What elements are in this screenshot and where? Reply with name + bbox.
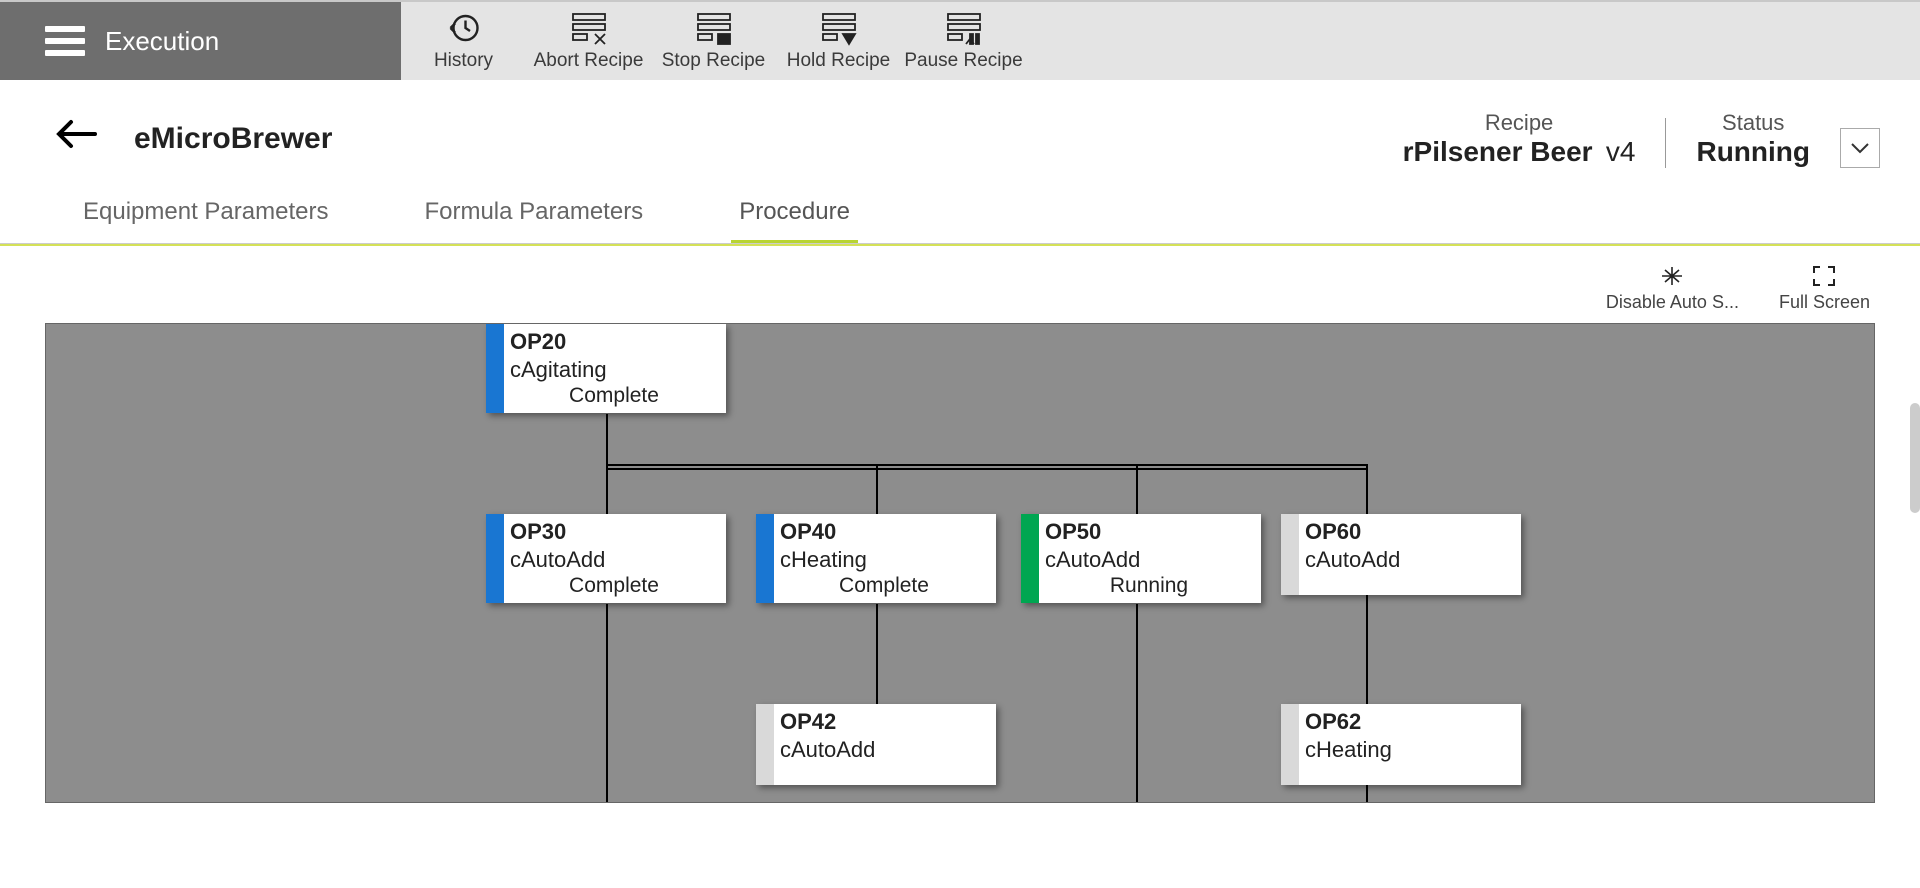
- canvas-toolbar: Disable Auto S... Full Screen: [0, 246, 1920, 323]
- history-icon: [446, 10, 482, 46]
- recipe-info: Recipe rPilsener Beer v4: [1403, 110, 1636, 168]
- status-label: Status: [1696, 110, 1810, 136]
- connector: [876, 604, 878, 704]
- execution-header: Execution: [0, 2, 401, 80]
- op-node-op40[interactable]: OP40 cHeating Complete: [756, 514, 996, 603]
- stop-icon: [694, 10, 734, 46]
- back-arrow-icon[interactable]: [55, 116, 99, 162]
- op-status: Complete: [510, 573, 718, 599]
- toolbar-buttons: History Abort Recipe Stop Recipe Hold Re…: [401, 2, 1026, 80]
- status-stripe: [486, 514, 504, 603]
- connector: [606, 414, 608, 464]
- tab-bar: Equipment Parameters Formula Parameters …: [0, 188, 1920, 244]
- full-screen-button[interactable]: Full Screen: [1779, 264, 1870, 313]
- page-title: eMicroBrewer: [134, 122, 332, 156]
- status-stripe: [1281, 514, 1299, 595]
- tab-procedure[interactable]: Procedure: [731, 188, 858, 243]
- status-value: Running: [1696, 136, 1810, 168]
- status-info: Status Running: [1696, 110, 1810, 168]
- stop-recipe-button[interactable]: Stop Recipe: [651, 10, 776, 72]
- op-type: cAutoAdd: [780, 736, 988, 764]
- history-button[interactable]: History: [401, 10, 526, 72]
- op-node-op60[interactable]: OP60 cAutoAdd: [1281, 514, 1521, 595]
- abort-label: Abort Recipe: [534, 50, 644, 71]
- op-name: OP50: [1045, 518, 1253, 546]
- pause-recipe-button[interactable]: Pause Recipe: [901, 10, 1026, 72]
- status-stripe: [756, 704, 774, 785]
- connector: [606, 464, 1366, 466]
- op-type: cAutoAdd: [510, 546, 718, 574]
- connector: [1136, 604, 1138, 803]
- op-type: cHeating: [780, 546, 988, 574]
- op-status: Complete: [510, 383, 718, 409]
- op-name: OP42: [780, 708, 988, 736]
- op-node-op20[interactable]: OP20 cAgitating Complete: [486, 324, 726, 413]
- op-type: cAgitating: [510, 356, 718, 384]
- fullscreen-icon: [1811, 264, 1837, 288]
- fullscreen-label: Full Screen: [1779, 292, 1870, 312]
- op-name: OP20: [510, 328, 718, 356]
- pause-label: Pause Recipe: [904, 50, 1022, 71]
- status-dropdown[interactable]: [1840, 128, 1880, 168]
- tab-equipment-parameters[interactable]: Equipment Parameters: [75, 188, 336, 243]
- hold-label: Hold Recipe: [787, 50, 891, 71]
- chevron-down-icon: [1850, 142, 1870, 154]
- connector: [876, 464, 878, 514]
- pause-icon: [944, 10, 984, 46]
- recipe-label: Recipe: [1403, 110, 1636, 136]
- op-type: cAutoAdd: [1045, 546, 1253, 574]
- status-stripe: [1281, 704, 1299, 785]
- connector: [606, 464, 608, 514]
- connector: [606, 604, 608, 803]
- recipe-version: v4: [1606, 136, 1636, 167]
- op-status: Running: [1045, 573, 1253, 599]
- page-header: eMicroBrewer Recipe rPilsener Beer v4 St…: [0, 80, 1920, 188]
- execution-label: Execution: [105, 26, 219, 57]
- hold-icon: [819, 10, 859, 46]
- history-label: History: [434, 50, 493, 71]
- procedure-canvas-wrap: OP20 cAgitating Complete OP30 cAutoAdd C…: [0, 323, 1920, 803]
- separator: [1665, 118, 1666, 168]
- op-status: Complete: [780, 573, 988, 599]
- op-type: cAutoAdd: [1305, 546, 1513, 574]
- disable-auto-icon: [1659, 264, 1685, 288]
- abort-recipe-button[interactable]: Abort Recipe: [526, 10, 651, 72]
- scrollbar[interactable]: [1910, 403, 1920, 513]
- abort-icon: [569, 10, 609, 46]
- disable-auto-scroll-button[interactable]: Disable Auto S...: [1606, 264, 1739, 313]
- stop-label: Stop Recipe: [662, 50, 766, 71]
- status-stripe: [1021, 514, 1039, 603]
- hold-recipe-button[interactable]: Hold Recipe: [776, 10, 901, 72]
- op-name: OP62: [1305, 708, 1513, 736]
- op-node-op62[interactable]: OP62 cHeating: [1281, 704, 1521, 785]
- header-info: Recipe rPilsener Beer v4 Status Running: [1403, 110, 1880, 168]
- connector: [1136, 464, 1138, 514]
- status-stripe: [486, 324, 504, 413]
- op-node-op42[interactable]: OP42 cAutoAdd: [756, 704, 996, 785]
- recipe-name: rPilsener Beer: [1403, 136, 1593, 167]
- disable-auto-label: Disable Auto S...: [1606, 292, 1739, 312]
- tab-formula-parameters[interactable]: Formula Parameters: [416, 188, 651, 243]
- status-stripe: [756, 514, 774, 603]
- procedure-canvas[interactable]: OP20 cAgitating Complete OP30 cAutoAdd C…: [45, 323, 1875, 803]
- op-type: cHeating: [1305, 736, 1513, 764]
- op-name: OP60: [1305, 518, 1513, 546]
- op-node-op30[interactable]: OP30 cAutoAdd Complete: [486, 514, 726, 603]
- hamburger-icon[interactable]: [45, 26, 85, 56]
- op-node-op50[interactable]: OP50 cAutoAdd Running: [1021, 514, 1261, 603]
- op-name: OP40: [780, 518, 988, 546]
- top-toolbar: Execution History Abort Recipe Stop Reci…: [0, 0, 1920, 80]
- op-name: OP30: [510, 518, 718, 546]
